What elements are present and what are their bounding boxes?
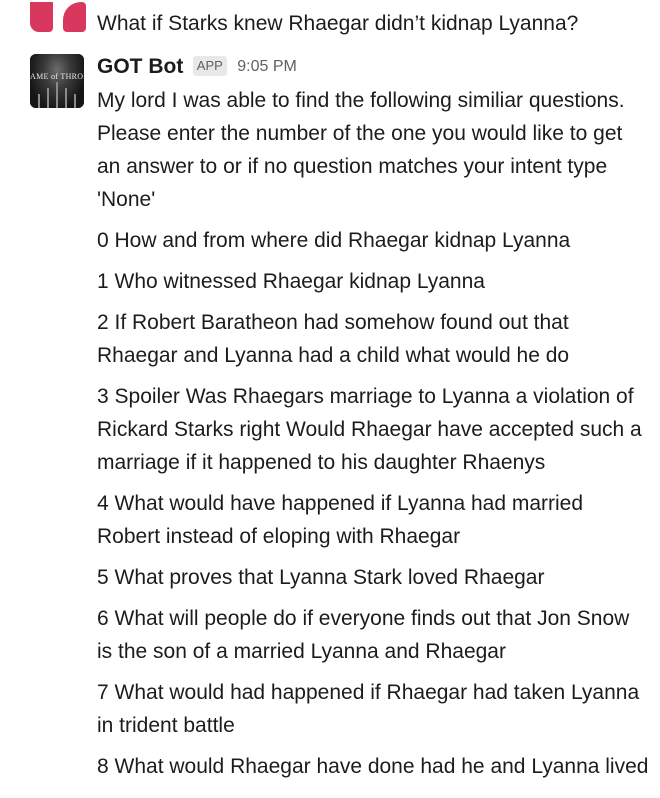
question-item: 5 What proves that Lyanna Stark loved Rh… xyxy=(97,566,545,589)
question-item: 7 What would had happened if Rhaegar had… xyxy=(97,681,640,737)
question-item: 3 Spoiler Was Rhaegars marriage to Lyann… xyxy=(97,385,642,474)
avatar-shape xyxy=(30,2,53,32)
question-item: 8 What would Rhaegar have done had he an… xyxy=(97,755,649,778)
question-item: 2 If Robert Baratheon had somehow found … xyxy=(97,311,570,367)
question-item: 6 What will people do if everyone finds … xyxy=(97,607,630,663)
question-item: 4 What would have happened if Lyanna had… xyxy=(97,492,584,548)
message-intro: My lord I was able to find the following… xyxy=(97,89,625,211)
throne-spike xyxy=(74,94,76,108)
bot-avatar[interactable]: AME of THRON xyxy=(30,54,84,108)
throne-spike xyxy=(47,88,49,108)
user-avatar[interactable] xyxy=(30,2,88,36)
message-body: My lord I was able to find the following… xyxy=(97,84,649,791)
message-header: GOT Bot APP 9:05 PM xyxy=(97,52,297,82)
message-text: What if Starks knew Rhaegar didn’t kidna… xyxy=(97,12,579,35)
app-badge: APP xyxy=(192,56,227,76)
throne-spike xyxy=(56,82,58,108)
previous-message: What if Starks knew Rhaegar didn’t kidna… xyxy=(0,0,660,48)
message-list: What if Starks knew Rhaegar didn’t kidna… xyxy=(0,0,660,798)
throne-spike xyxy=(38,94,40,108)
timestamp[interactable]: 9:05 PM xyxy=(237,58,297,75)
sender-name[interactable]: GOT Bot xyxy=(97,55,183,78)
avatar-logo-text: AME of THRON xyxy=(30,72,84,81)
avatar-shape xyxy=(63,2,86,32)
throne-spike xyxy=(65,88,67,108)
question-item: 0 How and from where did Rhaegar kidnap … xyxy=(97,229,571,252)
question-item: 1 Who witnessed Rhaegar kidnap Lyanna xyxy=(97,270,485,293)
